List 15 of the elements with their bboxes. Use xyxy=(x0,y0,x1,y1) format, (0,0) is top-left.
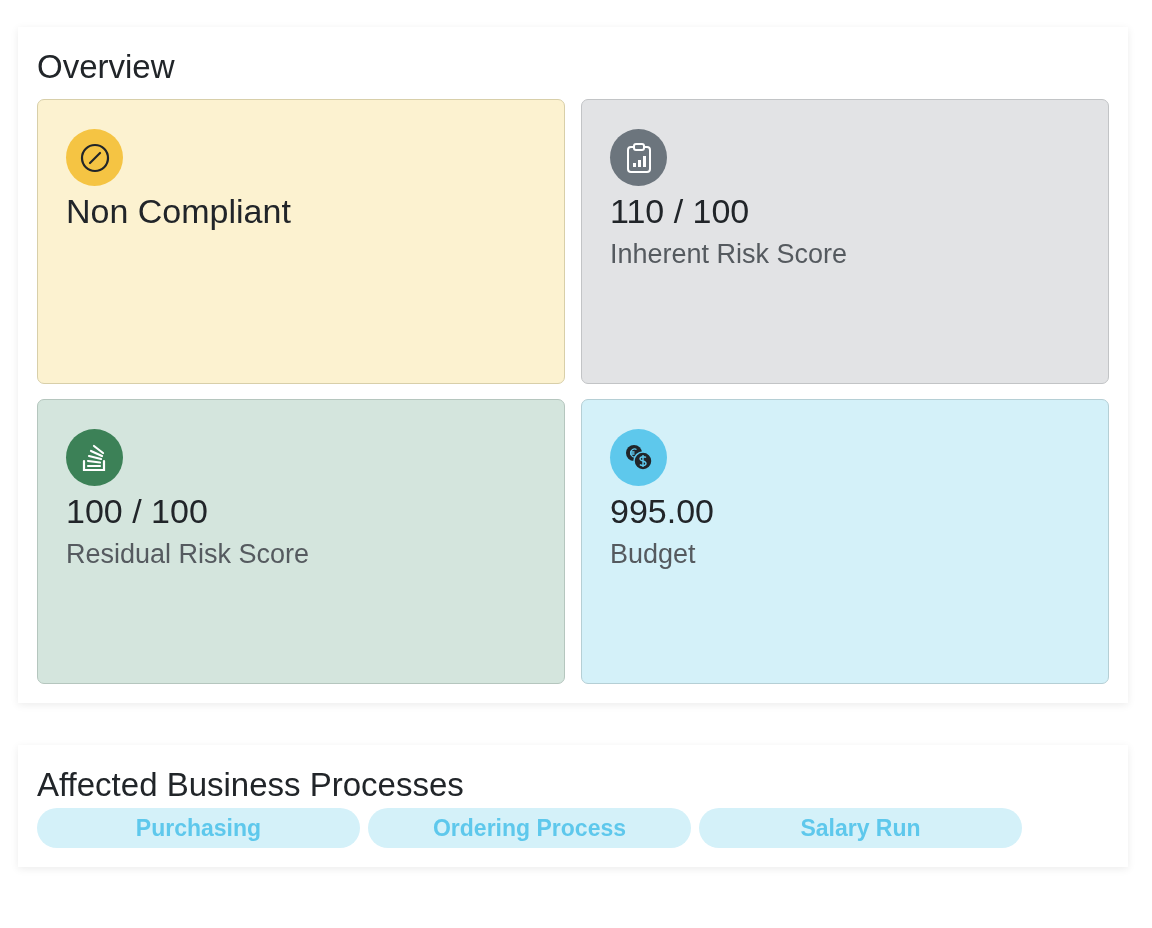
section-title: Affected Business Processes xyxy=(37,765,465,805)
stat-label: Budget xyxy=(610,538,696,571)
stat-value: Non Compliant xyxy=(66,191,291,232)
stat-label: Inherent Risk Score xyxy=(610,238,848,271)
section-title: Overview xyxy=(37,47,176,87)
process-tag: Ordering Process xyxy=(368,808,691,848)
coins-icon xyxy=(623,442,654,473)
stat-value: 110 / 100 xyxy=(610,191,750,232)
stat-value: 995.00 xyxy=(610,491,714,532)
process-tag: Salary Run xyxy=(699,808,1022,848)
process-tag: Purchasing xyxy=(37,808,360,848)
stat-value: 100 / 100 xyxy=(66,491,208,532)
stat-label: Residual Risk Score xyxy=(66,538,310,571)
prohibited-icon xyxy=(79,142,110,173)
clipboard-chart-icon xyxy=(625,141,652,174)
